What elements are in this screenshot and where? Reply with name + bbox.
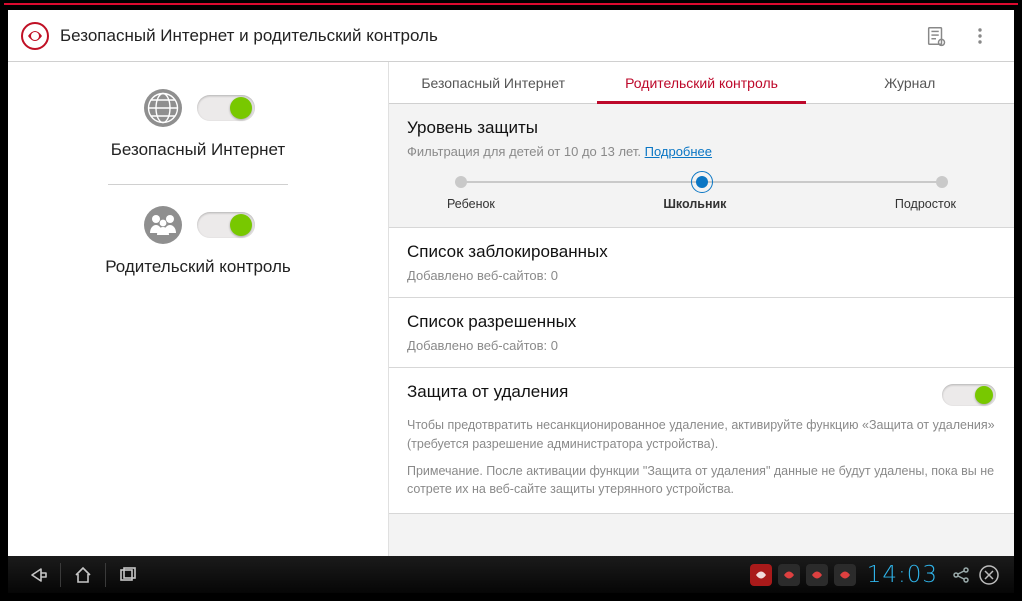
tray-icon[interactable] — [778, 564, 800, 586]
section-protection-level: Уровень защиты Фильтрация для детей от 1… — [389, 104, 1014, 228]
tray-app-icon[interactable] — [750, 564, 772, 586]
statusbar-clock: 14:03 — [867, 562, 938, 588]
sidebar-item-parental-control[interactable]: Родительский контроль — [8, 203, 388, 295]
protect-desc-2: Примечание. После активации функции "Защ… — [407, 462, 996, 500]
sidebar-item-safe-internet[interactable]: Безопасный Интернет — [8, 86, 388, 178]
report-button[interactable] — [914, 14, 958, 58]
app-header: Безопасный Интернет и родительский контр… — [8, 10, 1014, 62]
section-allowed-list[interactable]: Список разрешенных Добавлено веб-сайтов:… — [389, 298, 1014, 368]
slider-label: Подросток — [895, 197, 956, 211]
overflow-menu-button[interactable] — [958, 14, 1002, 58]
app-title: Безопасный Интернет и родительский контр… — [60, 26, 914, 46]
app-logo-icon — [20, 21, 50, 51]
family-icon — [141, 203, 185, 247]
tabs: Безопасный Интернет Родительский контрол… — [389, 62, 1014, 104]
section-title: Уровень защиты — [407, 118, 996, 138]
sidebar-item-label: Родительский контроль — [105, 257, 291, 277]
sidebar: Безопасный Интернет — [8, 62, 388, 556]
sidebar-divider — [108, 184, 288, 185]
tab-label: Безопасный Интернет — [421, 75, 565, 91]
section-blocked-list[interactable]: Список заблокированных Добавлено веб-сай… — [389, 228, 1014, 298]
tab-parental-control[interactable]: Родительский контроль — [597, 62, 805, 103]
more-link[interactable]: Подробнее — [645, 144, 712, 159]
section-title: Список разрешенных — [407, 312, 996, 332]
close-icon[interactable] — [974, 560, 1004, 590]
section-subtitle: Добавлено веб-сайтов: 0 — [407, 268, 996, 283]
nav-back-button[interactable] — [18, 560, 58, 590]
globe-icon — [141, 86, 185, 130]
slider-stop-child[interactable] — [455, 176, 467, 188]
content-scroll[interactable]: Уровень защиты Фильтрация для детей от 1… — [389, 104, 1014, 556]
slider-label: Ребенок — [447, 197, 495, 211]
tray-icon[interactable] — [806, 564, 828, 586]
toggle-parental-control[interactable] — [197, 212, 255, 238]
section-subtitle: Фильтрация для детей от 10 до 13 лет. По… — [407, 144, 996, 159]
section-subtitle: Добавлено веб-сайтов: 0 — [407, 338, 996, 353]
section-deletion-protection: Защита от удаления Чтобы предотвратить н… — [389, 368, 1014, 514]
tab-label: Родительский контроль — [625, 75, 778, 91]
main-panel: Безопасный Интернет Родительский контрол… — [388, 62, 1014, 556]
section-title: Список заблокированных — [407, 242, 996, 262]
share-icon[interactable] — [948, 560, 974, 590]
tab-safe-internet[interactable]: Безопасный Интернет — [389, 62, 597, 103]
toggle-deletion-protection[interactable] — [942, 384, 996, 406]
slider-stop-teen[interactable] — [936, 176, 948, 188]
toggle-safe-internet[interactable] — [197, 95, 255, 121]
slider-label: Школьник — [663, 197, 726, 211]
tray-icon[interactable] — [834, 564, 856, 586]
protect-desc-1: Чтобы предотвратить несанкционированное … — [407, 416, 996, 454]
slider-stop-schoolkid[interactable] — [696, 176, 708, 188]
tab-journal[interactable]: Журнал — [806, 62, 1014, 103]
nav-home-button[interactable] — [63, 560, 103, 590]
level-slider[interactable]: Ребенок Школьник Подросток — [447, 181, 956, 211]
nav-recents-button[interactable] — [108, 560, 148, 590]
system-statusbar: 14:03 — [8, 556, 1014, 593]
sidebar-item-label: Безопасный Интернет — [111, 140, 285, 160]
tab-label: Журнал — [884, 75, 935, 91]
section-title: Защита от удаления — [407, 382, 568, 402]
